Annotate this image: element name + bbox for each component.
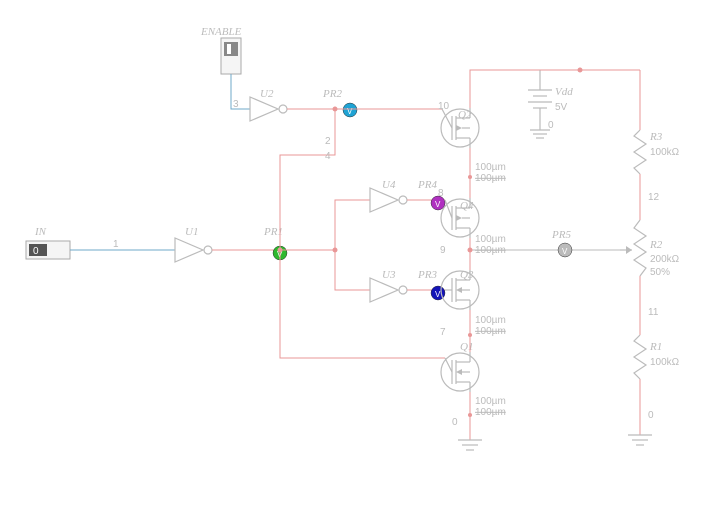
svg-text:100µm: 100µm	[475, 162, 506, 173]
svg-text:100µm: 100µm	[475, 407, 506, 418]
node-10: 10	[438, 101, 450, 112]
resistor-r3: R3 100kΩ	[634, 130, 680, 174]
node-2: 2	[325, 136, 331, 147]
resistor-r1: R1 100kΩ	[634, 335, 680, 379]
node-1: 1	[113, 239, 119, 250]
svg-text:Q1: Q1	[460, 341, 473, 353]
svg-text:5V: 5V	[555, 102, 568, 113]
inverter-u1: U1	[175, 226, 212, 262]
inverter-u4: U4	[370, 179, 407, 212]
node-8: 8	[438, 188, 444, 199]
svg-text:Vdd: Vdd	[555, 86, 573, 98]
in-switch[interactable]: IN 0	[26, 226, 70, 259]
svg-text:R1: R1	[649, 341, 662, 353]
node-4: 4	[325, 151, 331, 162]
inverter-u2: U2	[250, 88, 287, 121]
ground-icon	[458, 440, 482, 450]
svg-text:100kΩ: 100kΩ	[650, 147, 680, 158]
svg-text:100µm: 100µm	[475, 234, 506, 245]
svg-text:100µm: 100µm	[475, 315, 506, 326]
svg-text:200kΩ: 200kΩ	[650, 254, 680, 265]
ground-icon	[628, 435, 652, 445]
mosfet-q1: Q1	[441, 341, 479, 392]
potentiometer-r2[interactable]: R2 200kΩ 50%	[620, 220, 680, 278]
probe-pr4-label: PR4	[417, 179, 437, 191]
svg-text:V: V	[562, 247, 568, 256]
svg-text:100kΩ: 100kΩ	[650, 357, 680, 368]
node-3: 3	[233, 99, 239, 110]
svg-text:0: 0	[33, 246, 39, 257]
svg-text:100µm: 100µm	[475, 396, 506, 407]
inverter-u3: U3	[370, 269, 407, 302]
svg-text:100µm: 100µm	[475, 173, 506, 184]
svg-text:V: V	[347, 107, 353, 116]
svg-text:V: V	[435, 200, 441, 209]
enable-switch[interactable]: ENABLE	[200, 26, 242, 74]
svg-text:R3: R3	[649, 131, 663, 143]
node-9: 9	[440, 245, 446, 256]
probe-pr3-label: PR3	[417, 269, 437, 281]
mosfet-q2: Q2	[441, 108, 479, 148]
circuit-schematic: ENABLE 3 IN 0 1 U1 PR1 V U2 PR2 V 2 4	[0, 0, 715, 510]
vdd-source: Vdd 5V 0	[528, 70, 573, 131]
mosfet-q3: Q3	[441, 269, 479, 310]
svg-text:V: V	[435, 290, 441, 299]
svg-text:R2: R2	[649, 239, 663, 251]
svg-text:U1: U1	[185, 226, 198, 238]
svg-text:0: 0	[548, 120, 554, 131]
node-0a: 0	[452, 417, 458, 428]
svg-text:50%: 50%	[650, 267, 670, 278]
svg-text:U4: U4	[382, 179, 396, 191]
node-0c: 0	[648, 410, 654, 421]
svg-text:IN: IN	[34, 226, 47, 238]
mosfet-q4: Q4	[441, 198, 479, 238]
svg-text:Q4: Q4	[460, 200, 474, 212]
node-7: 7	[440, 327, 446, 338]
probe-pr2-label: PR2	[322, 88, 342, 100]
node-12: 12	[648, 192, 660, 203]
svg-text:U2: U2	[260, 88, 274, 100]
svg-text:ENABLE: ENABLE	[200, 26, 242, 38]
node-11: 11	[648, 307, 659, 318]
ground-icon	[530, 125, 550, 138]
svg-text:U3: U3	[382, 269, 396, 281]
probe-pr5-label: PR5	[551, 229, 571, 241]
svg-text:100µm: 100µm	[475, 326, 506, 337]
